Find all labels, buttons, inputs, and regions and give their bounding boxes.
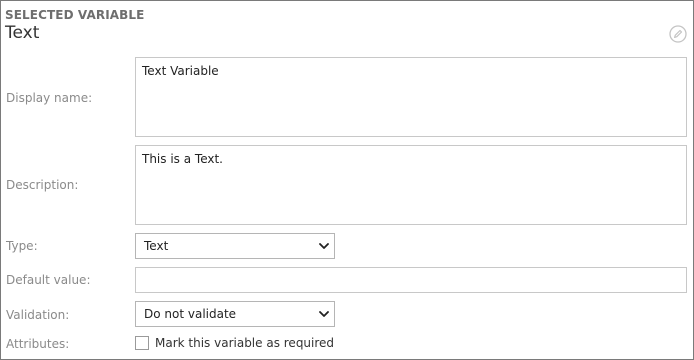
type-label: Type: <box>6 239 38 253</box>
edit-button[interactable] <box>669 25 687 43</box>
required-checkbox-label[interactable]: Mark this variable as required <box>155 336 334 350</box>
display-name-label: Display name: <box>6 91 93 105</box>
display-name-field[interactable]: Text Variable <box>135 57 687 137</box>
variable-properties-panel: SELECTED VARIABLE Text Display name: Tex… <box>0 0 694 360</box>
type-select-value: Text <box>144 239 169 253</box>
validation-label: Validation: <box>6 308 70 322</box>
attributes-label: Attributes: <box>6 337 70 351</box>
variable-title: Text <box>5 23 40 43</box>
validation-select[interactable]: Do not validate <box>135 301 335 327</box>
section-heading: SELECTED VARIABLE <box>5 8 145 22</box>
validation-select-value: Do not validate <box>144 307 237 321</box>
required-checkbox[interactable] <box>135 336 149 350</box>
description-field[interactable]: This is a Text. <box>135 145 687 225</box>
edit-pencil-icon <box>669 25 687 43</box>
default-value-field[interactable] <box>135 267 687 293</box>
description-label: Description: <box>6 178 79 192</box>
default-value-label: Default value: <box>6 273 91 287</box>
type-select[interactable]: Text <box>135 233 335 259</box>
chevron-down-icon <box>319 243 329 249</box>
chevron-down-icon <box>319 311 329 317</box>
